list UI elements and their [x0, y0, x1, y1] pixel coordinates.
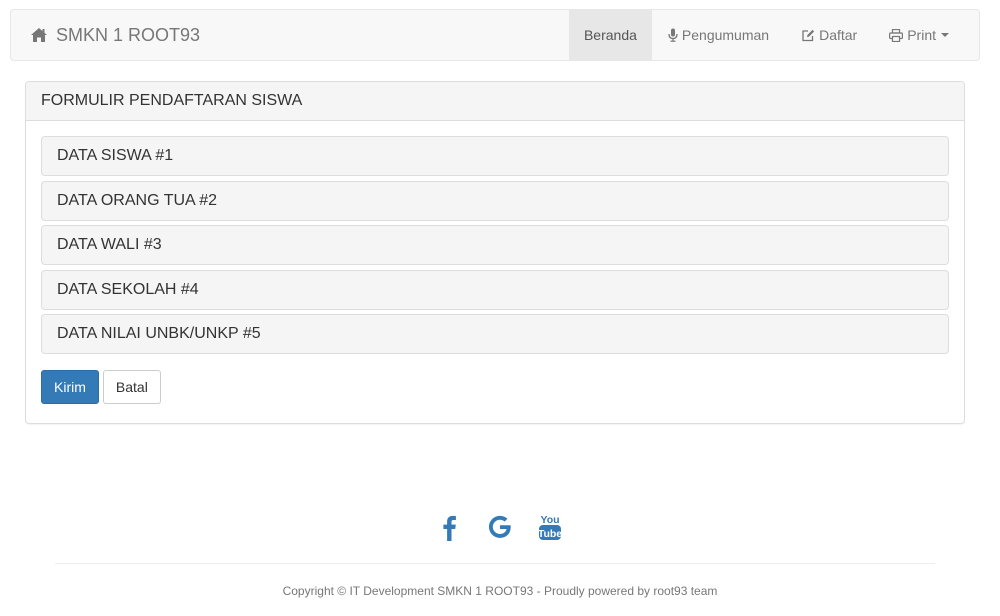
- nav-item-label: Daftar: [819, 27, 858, 43]
- section-data-nilai[interactable]: DATA NILAI UNBK/UNKP #5: [41, 314, 949, 354]
- edit-icon: [801, 29, 815, 42]
- nav-item-daftar[interactable]: Daftar: [785, 10, 873, 60]
- navbar: SMKN 1 ROOT93 Beranda Pengumuman Daftar …: [10, 9, 980, 61]
- social-links: You Tube: [0, 512, 1000, 542]
- nav-item-label: Print: [907, 27, 936, 43]
- nav-item-beranda[interactable]: Beranda: [568, 10, 652, 60]
- section-data-sekolah[interactable]: DATA SEKOLAH #4: [41, 269, 949, 310]
- nav-menu: Beranda Pengumuman Daftar Print: [568, 10, 965, 60]
- submit-button[interactable]: Kirim: [41, 369, 99, 404]
- google-icon[interactable]: [486, 512, 514, 542]
- panel-body: DATA SISWA #1 DATA ORANG TUA #2 DATA WAL…: [26, 121, 964, 404]
- section-data-wali[interactable]: DATA WALI #3: [41, 225, 949, 265]
- nav-item-label: Pengumuman: [681, 27, 770, 43]
- nav-item-label: Beranda: [583, 27, 637, 43]
- cancel-button[interactable]: Batal: [102, 369, 161, 404]
- brand-link[interactable]: SMKN 1 ROOT93: [30, 10, 200, 60]
- panel-title: FORMULIR PENDAFTARAN SISWA: [26, 82, 964, 121]
- svg-text:You: You: [540, 514, 559, 526]
- svg-text:Tube: Tube: [538, 528, 562, 540]
- form-actions: Kirim Batal: [41, 369, 949, 404]
- section-data-siswa[interactable]: DATA SISWA #1: [41, 136, 949, 176]
- print-icon: [889, 28, 904, 42]
- section-data-orang-tua[interactable]: DATA ORANG TUA #2: [41, 180, 949, 221]
- registration-form-panel: FORMULIR PENDAFTARAN SISWA DATA SISWA #1…: [25, 81, 965, 424]
- nav-item-print[interactable]: Print: [873, 10, 965, 60]
- footer-divider: [55, 563, 935, 564]
- youtube-icon[interactable]: You Tube: [536, 512, 564, 542]
- microphone-icon: [668, 28, 678, 42]
- copyright-text: Copyright © IT Development SMKN 1 ROOT93…: [282, 584, 718, 598]
- brand-label: SMKN 1 ROOT93: [56, 24, 201, 45]
- nav-item-pengumuman[interactable]: Pengumuman: [652, 10, 785, 60]
- facebook-icon[interactable]: [436, 512, 464, 542]
- home-icon: [30, 27, 48, 43]
- caret-down-icon: [941, 33, 949, 37]
